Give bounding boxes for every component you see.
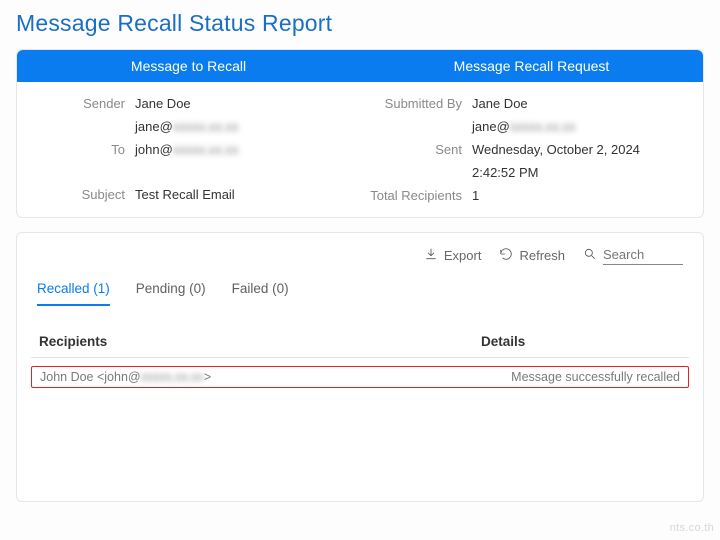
submitted-by-email: jane@xxxxx.xx.xx: [472, 119, 576, 134]
table-row[interactable]: John Doe <john@xxxxx.xx.xx> Message succ…: [31, 366, 689, 388]
search-control[interactable]: [583, 245, 683, 265]
header-right: Message Recall Request: [360, 58, 703, 74]
refresh-label: Refresh: [519, 248, 565, 263]
sender-label: Sender: [17, 96, 135, 111]
submitted-by-name: Jane Doe: [472, 96, 528, 111]
subject-label: Subject: [17, 187, 135, 202]
row-recipient: John Doe <john@xxxxx.xx.xx>: [40, 370, 480, 384]
row-details: Message successfully recalled: [480, 370, 680, 384]
header-left: Message to Recall: [17, 58, 360, 74]
refresh-icon: [499, 247, 513, 264]
submitted-by-label: Submitted By: [360, 96, 472, 111]
tab-pending[interactable]: Pending (0): [136, 275, 206, 306]
results-card: Export Refresh Recalled (1) Pending (0) …: [16, 232, 704, 502]
col-details: Details: [481, 334, 681, 349]
tabs: Recalled (1) Pending (0) Failed (0): [17, 275, 703, 306]
toolbar: Export Refresh: [17, 233, 703, 269]
export-button[interactable]: Export: [424, 247, 482, 264]
search-icon: [583, 247, 597, 264]
request-column: Submitted By Jane Doe jane@xxxxx.xx.xx S…: [360, 92, 703, 207]
tab-recalled[interactable]: Recalled (1): [37, 275, 110, 306]
download-icon: [424, 247, 438, 264]
sent-label: Sent: [360, 142, 472, 157]
to-email: john@xxxxx.xx.xx: [135, 142, 239, 157]
refresh-button[interactable]: Refresh: [499, 247, 565, 264]
total-recipients-value: 1: [472, 188, 479, 203]
sent-time: 2:42:52 PM: [472, 165, 539, 180]
total-recipients-label: Total Recipients: [360, 188, 472, 203]
tab-failed[interactable]: Failed (0): [232, 275, 289, 306]
search-input[interactable]: [603, 245, 683, 265]
summary-card: Message to Recall Message Recall Request…: [16, 49, 704, 218]
col-recipients: Recipients: [39, 334, 481, 349]
to-label: To: [17, 142, 135, 157]
summary-header-bar: Message to Recall Message Recall Request: [17, 50, 703, 82]
subject-value: Test Recall Email: [135, 187, 235, 202]
watermark: nts.co.th: [670, 522, 714, 534]
sender-name: Jane Doe: [135, 96, 191, 111]
recall-column: Sender Jane Doe jane@xxxxx.xx.xx To john…: [17, 92, 360, 207]
export-label: Export: [444, 248, 482, 263]
results-table: Recipients Details John Doe <john@xxxxx.…: [17, 326, 703, 388]
page-title: Message Recall Status Report: [16, 10, 704, 37]
sender-email: jane@xxxxx.xx.xx: [135, 119, 239, 134]
table-header: Recipients Details: [31, 326, 689, 358]
sent-date: Wednesday, October 2, 2024: [472, 142, 640, 157]
